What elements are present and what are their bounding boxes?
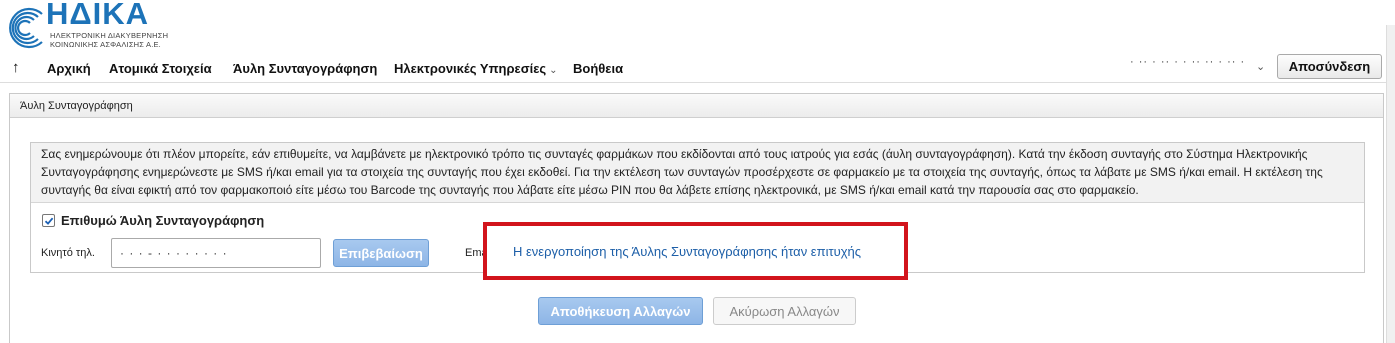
mobile-phone-label: Κινητό τηλ. <box>41 247 95 259</box>
nav-item-e-services-label: Ηλεκτρονικές Υπηρεσίες <box>394 61 547 76</box>
success-message: Η ενεργοποίηση της Άυλης Συνταγογράφησης… <box>483 222 908 280</box>
scroll-up-icon[interactable]: ↑ <box>12 59 20 76</box>
nav-item-e-prescription[interactable]: Άυλη Συνταγογράφηση <box>233 61 377 76</box>
user-name[interactable]: · ·· · ·· · · ·· ·· · ·· · · <box>1130 56 1250 70</box>
mobile-phone-input[interactable] <box>111 238 321 268</box>
logo-title: ΗΔΙΚΑ <box>46 0 150 31</box>
nav-item-e-services[interactable]: Ηλεκτρονικές Υπηρεσίες ⌄ <box>394 61 558 76</box>
nav-item-help[interactable]: Βοήθεια <box>573 61 623 76</box>
checkmark-icon <box>44 217 53 225</box>
scrollbar[interactable] <box>1386 25 1395 343</box>
save-changes-button[interactable]: Αποθήκευση Αλλαγών <box>538 297 703 325</box>
nav-item-personal-info[interactable]: Ατομικά Στοιχεία <box>109 61 212 76</box>
opt-in-checkbox[interactable] <box>42 214 55 227</box>
user-chevron-down-icon[interactable]: ⌄ <box>1256 60 1265 73</box>
confirm-button[interactable]: Επιβεβαίωση <box>333 239 429 267</box>
chevron-down-icon: ⌄ <box>549 65 558 76</box>
logo-subtitle: ΗΛΕΚΤΡΟΝΙΚΗ ΔΙΑΚΥΒΕΡΝΗΣΗ ΚΟΙΝΩΝΙΚΗΣ ΑΣΦΑ… <box>50 31 169 49</box>
opt-in-label: Επιθυμώ Άυλη Συνταγογράφηση <box>61 213 265 228</box>
logout-button[interactable]: Αποσύνδεση <box>1277 54 1382 79</box>
info-notice: Σας ενημερώνουμε ότι πλέον μπορείτε, εάν… <box>31 143 1364 203</box>
logo[interactable]: ΗΔΙΚΑ ΗΛΕΚΤΡΟΝΙΚΗ ΔΙΑΚΥΒΕΡΝΗΣΗ ΚΟΙΝΩΝΙΚΗ… <box>2 0 172 56</box>
opt-in-row: Επιθυμώ Άυλη Συνταγογράφηση <box>42 213 264 228</box>
header-divider <box>0 82 1395 83</box>
panel-title: Άυλη Συνταγογράφηση <box>10 94 1383 118</box>
cancel-changes-button[interactable]: Ακύρωση Αλλαγών <box>713 297 856 325</box>
logo-swirl-icon <box>9 7 43 49</box>
nav-item-home[interactable]: Αρχική <box>47 61 91 76</box>
success-message-text: Η ενεργοποίηση της Άυλης Συνταγογράφησης… <box>513 243 862 259</box>
